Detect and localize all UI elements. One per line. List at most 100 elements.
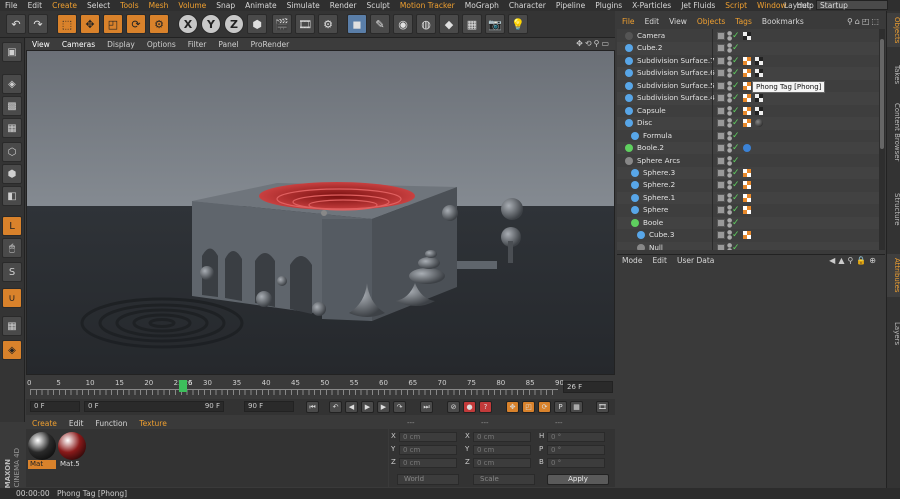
object-row[interactable]: Sphere.1 ● ● ✓	[617, 191, 879, 205]
viewport-nav-icons[interactable]: ✥⟲⚲▭	[576, 39, 611, 48]
start-frame-field[interactable]: 0 F	[30, 401, 80, 412]
viewport-menu-options[interactable]: Options	[141, 40, 182, 49]
enable-axis-icon[interactable]: L	[2, 216, 22, 236]
object-row[interactable]: Boole.2 ● ● ✓	[617, 142, 879, 155]
coord-value-field[interactable]: 0 cm	[473, 432, 531, 442]
enabled-check-icon[interactable]: ✓	[732, 130, 740, 142]
viewport-menu-display[interactable]: Display	[101, 40, 141, 49]
coord-value-field[interactable]: 0 cm	[473, 445, 531, 455]
timeline[interactable]: 05101520252630354045505560657075808590 2…	[26, 377, 615, 399]
go-to-end-icon[interactable]: ⏭	[420, 401, 433, 413]
menu-pipeline[interactable]: Pipeline	[551, 1, 590, 10]
undo-icon[interactable]: ↶	[6, 14, 26, 34]
coordinate-mode-dropdown[interactable]: World	[397, 474, 459, 485]
menu-motion-tracker[interactable]: Motion Tracker	[395, 1, 460, 10]
object-row[interactable]: Subdivision Surface.4 ● ● ✓	[617, 92, 879, 105]
autokey-icon[interactable]: ?	[479, 401, 492, 413]
dock-tab-takes[interactable]: Takes	[887, 61, 900, 88]
menu-simulate[interactable]: Simulate	[282, 1, 325, 10]
viewport-menu-cameras[interactable]: Cameras	[56, 40, 101, 49]
object-menu-file[interactable]: File	[617, 17, 640, 26]
menu-volume[interactable]: Volume	[173, 1, 211, 10]
coordinate-scale-dropdown[interactable]: Scale	[473, 474, 535, 485]
viewport-menu-filter[interactable]: Filter	[182, 40, 213, 49]
menu-render[interactable]: Render	[325, 1, 362, 10]
workplane-grid-icon[interactable]: ▦	[2, 316, 22, 336]
material-tag-icon[interactable]	[755, 119, 763, 128]
attributes-menu-mode[interactable]: Mode	[617, 256, 647, 265]
select-tool-icon[interactable]: ⬚	[57, 14, 77, 34]
checker-tag-icon[interactable]	[755, 69, 763, 78]
enabled-check-icon[interactable]: ✓	[732, 167, 740, 179]
menu-x-particles[interactable]: X-Particles	[627, 1, 676, 10]
key-pla-icon[interactable]: ▦	[570, 401, 583, 413]
object-row[interactable]: Sphere Arcs ● ● ✓	[617, 155, 879, 167]
dock-tab-attributes[interactable]: Attributes	[887, 254, 900, 297]
object-menu-view[interactable]: View	[664, 17, 692, 26]
object-row[interactable]: Capsule ● ● ✓	[617, 105, 879, 117]
enabled-check-icon[interactable]: ✓	[732, 117, 740, 129]
coord-value-field[interactable]: 0 cm	[399, 445, 457, 455]
phong-tag-icon[interactable]	[743, 81, 751, 90]
magnet-icon[interactable]: ∪	[2, 288, 22, 308]
layer-icon[interactable]	[717, 94, 725, 103]
deformer-icon[interactable]: ◆	[439, 14, 459, 34]
enabled-check-icon[interactable]: ✓	[732, 155, 740, 167]
polygons-mode-icon[interactable]: ◧	[2, 186, 22, 206]
menu-create[interactable]: Create	[47, 1, 82, 10]
menu-edit[interactable]: Edit	[23, 1, 48, 10]
layer-icon[interactable]	[717, 156, 725, 165]
camera-icon[interactable]: 📷	[485, 14, 505, 34]
enabled-check-icon[interactable]: ✓	[732, 142, 740, 154]
phong-tag-icon[interactable]	[743, 181, 751, 190]
viewport-menu-panel[interactable]: Panel	[212, 40, 244, 49]
layer-icon[interactable]	[717, 56, 725, 65]
previous-key-icon[interactable]: ↶	[329, 401, 342, 413]
apply-button[interactable]: Apply	[547, 474, 609, 485]
coord-value-field[interactable]: 0 cm	[399, 458, 457, 468]
layer-icon[interactable]	[717, 144, 725, 153]
viewport-menu-view[interactable]: View	[26, 40, 56, 49]
enabled-check-icon[interactable]: ✓	[732, 229, 740, 241]
enabled-check-icon[interactable]: ✓	[732, 217, 740, 229]
edges-mode-icon[interactable]: ⬢	[2, 164, 22, 184]
menu-file[interactable]: File	[0, 1, 23, 10]
coord-value-field[interactable]: 0 °	[547, 458, 605, 468]
phong-tag-icon[interactable]	[743, 231, 751, 240]
array-icon[interactable]: ◍	[416, 14, 436, 34]
enabled-check-icon[interactable]: ✓	[732, 192, 740, 204]
coord-value-field[interactable]: 0 cm	[399, 432, 457, 442]
enabled-check-icon[interactable]: ✓	[732, 179, 740, 191]
dock-tab-structure[interactable]: Structure	[887, 189, 900, 230]
points-mode-icon[interactable]: ⬡	[2, 142, 22, 162]
object-list-scrollbar[interactable]	[879, 29, 885, 250]
make-editable-icon[interactable]: ▣	[2, 42, 22, 62]
attributes-menu-user-data[interactable]: User Data	[672, 256, 719, 265]
next-key-icon[interactable]: ↷	[393, 401, 406, 413]
current-frame-field[interactable]: 26 F	[563, 381, 613, 393]
layer-icon[interactable]	[717, 131, 725, 140]
rotate-tool-icon[interactable]: ⟳	[126, 14, 146, 34]
menu-mesh[interactable]: Mesh	[144, 1, 174, 10]
menu-mograph[interactable]: MoGraph	[460, 1, 504, 10]
material-menu-function[interactable]: Function	[89, 419, 133, 428]
subdivision-surface-icon[interactable]: ◉	[393, 14, 413, 34]
object-menu-bookmarks[interactable]: Bookmarks	[757, 17, 809, 26]
floor-icon[interactable]: ▦	[462, 14, 482, 34]
enabled-check-icon[interactable]: ✓	[732, 204, 740, 216]
checker-tag-icon[interactable]	[743, 32, 751, 40]
coord-value-field[interactable]: 0 °	[547, 432, 605, 442]
menu-plugins[interactable]: Plugins	[590, 1, 627, 10]
menu-script[interactable]: Script	[720, 1, 752, 10]
previous-frame-icon[interactable]: ◀	[345, 401, 358, 413]
layer-icon[interactable]	[717, 32, 725, 40]
3d-viewport[interactable]	[26, 50, 615, 375]
coord-value-field[interactable]: 0 cm	[473, 458, 531, 468]
coord-value-field[interactable]: 0 °	[547, 445, 605, 455]
boole-tag-icon[interactable]	[743, 144, 751, 153]
material-swatch[interactable]: Mat.5	[58, 432, 86, 470]
layer-icon[interactable]	[717, 69, 725, 78]
y-axis-lock-icon[interactable]: Y	[201, 14, 221, 34]
render-picture-viewer-icon[interactable]: 🎞	[295, 14, 315, 34]
material-menu-texture[interactable]: Texture	[133, 419, 172, 428]
